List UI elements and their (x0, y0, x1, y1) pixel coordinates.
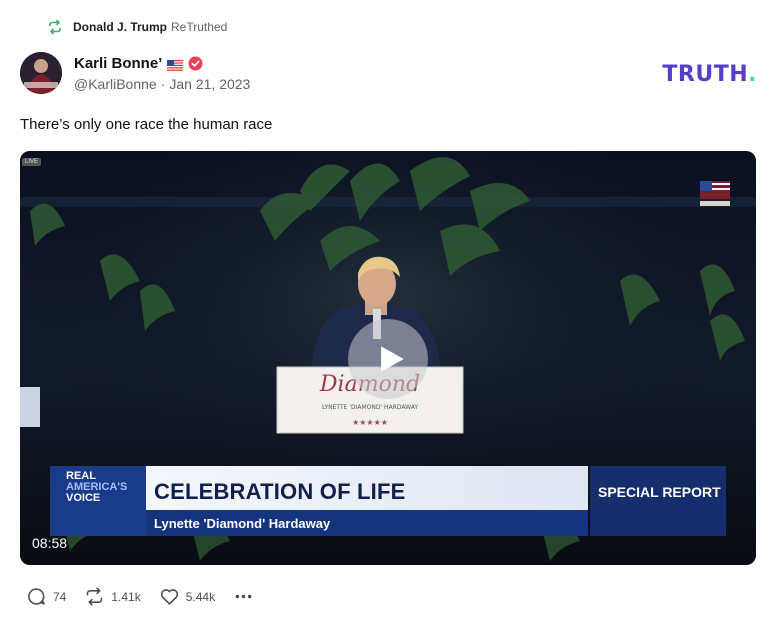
like-count: 5.44k (185, 589, 216, 604)
retruth-button[interactable]: 1.41k (84, 586, 141, 607)
author-block: Karli Bonne’ @KarliBonne · Jan 21, 2023 (74, 52, 250, 92)
reply-icon (28, 588, 45, 605)
more-options-button[interactable] (233, 586, 254, 607)
handle-separator: · (160, 76, 166, 92)
retruth-label: ReTruthed (171, 20, 228, 34)
retruth-icon (47, 19, 63, 35)
play-icon (381, 346, 404, 372)
brand-line-3: VOICE (66, 492, 101, 504)
avatar[interactable] (20, 52, 62, 94)
banner-headline: CELEBRATION OF LIFE (146, 466, 588, 510)
truth-logo-text: TRUTH (662, 62, 749, 87)
podium-stars: ★★★★★ (352, 418, 388, 427)
reply-count: 74 (53, 589, 67, 604)
post-date[interactable]: Jan 21, 2023 (169, 76, 250, 92)
network-bug-icon (698, 179, 732, 209)
retruth-bar: Donald J. Trump ReTruthed (47, 18, 227, 36)
banner-special-report: SPECIAL REPORT (590, 466, 726, 536)
more-dots-icon (235, 594, 252, 599)
post-text: There’s only one race the human race (20, 116, 273, 133)
author-handle[interactable]: @KarliBonne (74, 76, 157, 92)
podium-small-text: LYNETTE 'DIAMOND' HARDAWAY (322, 404, 418, 411)
banner-subline: Lynette 'Diamond' Hardaway (146, 510, 588, 536)
us-flag-icon (167, 58, 184, 71)
lower-third-banner: REAL AMERICA'S VOICE CELEBRATION OF LIFE… (50, 466, 726, 536)
heart-icon (160, 589, 178, 605)
live-tag: LIVE (22, 158, 42, 166)
retruth-count: 1.41k (111, 589, 141, 604)
author-name[interactable]: Karli Bonne’ (74, 55, 162, 72)
truth-logo[interactable]: TRUTH. (662, 62, 757, 87)
truth-logo-dot: . (748, 62, 757, 87)
video-player[interactable]: Diamond LYNETTE 'DIAMOND' HARDAWAY ★★★★★… (20, 151, 756, 565)
network-brand: REAL AMERICA'S VOICE (50, 466, 146, 536)
retruth-user-link[interactable]: Donald J. Trump (73, 20, 167, 34)
retruth-action-icon (87, 587, 103, 606)
reply-button[interactable]: 74 (26, 586, 66, 607)
like-button[interactable]: 5.44k (159, 586, 215, 607)
post-header: Karli Bonne’ @KarliBonne · Jan 21, 2023 (20, 52, 250, 94)
video-duration: 08:58 (32, 535, 68, 551)
play-button[interactable] (348, 319, 428, 399)
verified-badge-icon (188, 56, 203, 71)
post-actions: 74 1.41k 5.44k (26, 586, 272, 607)
